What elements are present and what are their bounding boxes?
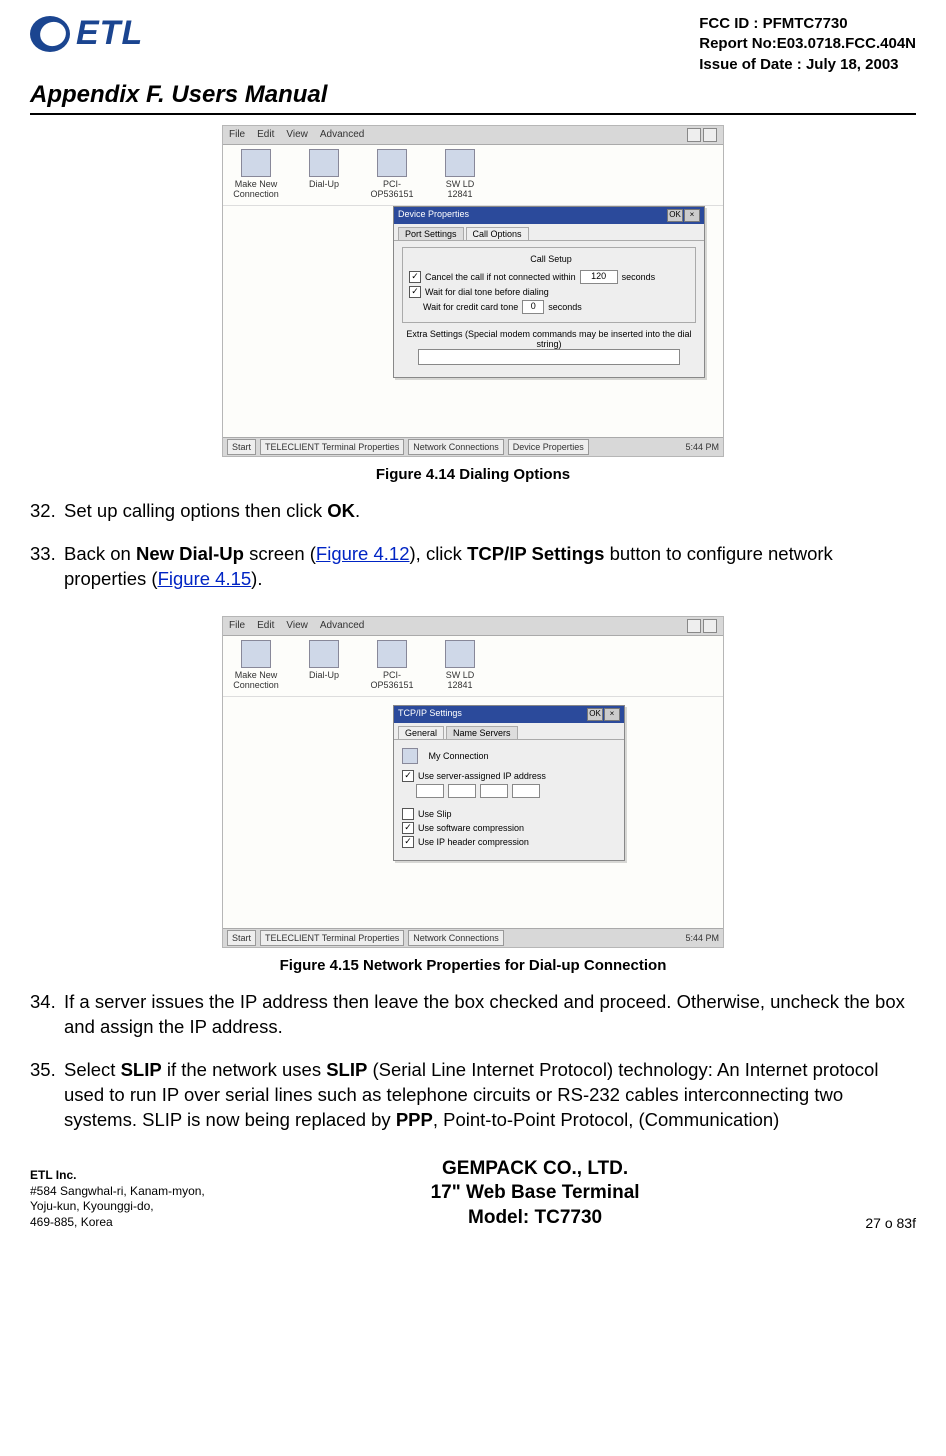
text: ). <box>251 568 262 589</box>
clock: 5:44 PM <box>685 442 719 452</box>
addr-line: #584 Sangwhal-ri, Kanam-myon, <box>30 1184 205 1198</box>
menu-item: View <box>286 129 308 140</box>
figure-link[interactable]: Figure 4.12 <box>316 543 410 564</box>
footer-line: 17" Web Base Terminal <box>431 1181 640 1206</box>
icon-label: Dial-Up <box>299 179 349 189</box>
bold: TCP/IP Settings <box>467 543 604 564</box>
taskbar-item: Start <box>227 439 256 455</box>
extra-field <box>418 349 680 365</box>
menu-item: Advanced <box>320 129 364 140</box>
bold: New Dial-Up <box>136 543 244 564</box>
menu-item: Edit <box>257 620 274 631</box>
text: If a server issues the IP address then l… <box>64 990 916 1040</box>
option-text: Use server-assigned IP address <box>418 771 546 781</box>
taskbar-item: TELECLIENT Terminal Properties <box>260 439 404 455</box>
taskbar-item: Network Connections <box>408 930 504 946</box>
icon-label: SW LD 12841 <box>435 670 485 690</box>
clock: 5:44 PM <box>685 933 719 943</box>
logo-icon <box>30 16 70 52</box>
logo: ETL <box>30 14 143 53</box>
option-text: Wait for credit card tone <box>423 302 518 312</box>
figure-link[interactable]: Figure 4.15 <box>158 568 252 589</box>
menu-item: Advanced <box>320 620 364 631</box>
logo-text: ETL <box>76 14 143 53</box>
bold: PPP <box>396 1109 433 1130</box>
step-35: 35. Select SLIP if the network uses SLIP… <box>30 1058 916 1133</box>
footer-line: GEMPACK CO., LTD. <box>431 1157 640 1182</box>
tab: General <box>398 726 444 739</box>
icon-label: Dial-Up <box>299 670 349 680</box>
close-icon: × <box>604 708 620 721</box>
menu-item: File <box>229 620 245 631</box>
option-text: Wait for dial tone before dialing <box>425 287 549 297</box>
close-icon: × <box>684 209 700 222</box>
option-text: seconds <box>548 302 582 312</box>
text: Back on <box>64 543 136 564</box>
menu-item: File <box>229 129 245 140</box>
text: screen ( <box>244 543 316 564</box>
tab: Name Servers <box>446 726 518 739</box>
step-32: 32. Set up calling options then click OK… <box>30 499 916 524</box>
step-num: 32. <box>30 499 64 524</box>
taskbar-item: TELECLIENT Terminal Properties <box>260 930 404 946</box>
field: 0 <box>522 300 544 314</box>
figure-4-14-caption: Figure 4.14 Dialing Options <box>30 466 916 483</box>
field: 120 <box>580 270 618 284</box>
text: if the network uses <box>162 1059 327 1080</box>
text: . <box>355 500 360 521</box>
tab: Port Settings <box>398 227 464 240</box>
step-num: 35. <box>30 1058 64 1133</box>
text: , Point-to-Point Protocol, (Communicatio… <box>433 1109 780 1130</box>
ok-button: OK <box>667 209 683 222</box>
addr-line: Yoju-kun, Kyounggi-do, <box>30 1199 154 1213</box>
taskbar-item: Network Connections <box>408 439 504 455</box>
page-number: 27 o 83f <box>865 1215 916 1231</box>
appendix-title: Appendix F. Users Manual <box>30 81 916 109</box>
menu-item: Edit <box>257 129 274 140</box>
bold: SLIP <box>326 1059 367 1080</box>
footer-line: Model: TC7730 <box>431 1206 640 1231</box>
step-34: 34. If a server issues the IP address th… <box>30 990 916 1040</box>
step-num: 33. <box>30 542 64 592</box>
taskbar-item: Start <box>227 930 256 946</box>
icon-label: PCI-OP536151 <box>367 670 417 690</box>
fcc-id: FCC ID : PFMTC7730 <box>699 14 916 34</box>
icon-label: PCI-OP536151 <box>367 179 417 199</box>
figure-4-15-caption: Figure 4.15 Network Properties for Dial-… <box>30 957 916 974</box>
footer-company: ETL Inc. <box>30 1168 76 1182</box>
footer-center: GEMPACK CO., LTD. 17" Web Base Terminal … <box>431 1157 640 1231</box>
conn-label: My Connection <box>429 751 489 761</box>
text: Set up calling options then click <box>64 500 327 521</box>
icon-label: Make New Connection <box>231 179 281 199</box>
icon-label: Make New Connection <box>231 670 281 690</box>
report-no: Report No:E03.0718.FCC.404N <box>699 34 916 54</box>
text: ), click <box>410 543 468 564</box>
option-text: Cancel the call if not connected within <box>425 272 576 282</box>
figure-4-15-screenshot: File Edit View Advanced Make New Connect… <box>222 616 724 948</box>
addr-line: 469-885, Korea <box>30 1215 113 1229</box>
figure-4-14-screenshot: File Edit View Advanced Make New Connect… <box>222 125 724 457</box>
extra-label: Extra Settings (Special modem commands m… <box>402 329 696 349</box>
option-text: Use IP header compression <box>418 837 529 847</box>
menu-item: View <box>286 620 308 631</box>
header-rule <box>30 113 916 115</box>
tab: Call Options <box>466 227 529 240</box>
option-text: seconds <box>622 272 656 282</box>
bold: SLIP <box>121 1059 162 1080</box>
group-label: Call Setup <box>528 254 574 264</box>
icon-label: SW LD 12841 <box>435 179 485 199</box>
dialog-title: TCP/IP Settings <box>398 708 462 721</box>
bold: OK <box>327 500 355 521</box>
dialog-title: Device Properties <box>398 209 469 222</box>
footer-address: ETL Inc. #584 Sangwhal-ri, Kanam-myon, Y… <box>30 1168 205 1230</box>
step-num: 34. <box>30 990 64 1040</box>
step-33: 33. Back on New Dial-Up screen (Figure 4… <box>30 542 916 592</box>
text: Select <box>64 1059 121 1080</box>
taskbar-item: Device Properties <box>508 439 589 455</box>
issue-date: Issue of Date : July 18, 2003 <box>699 55 916 75</box>
header-meta: FCC ID : PFMTC7730 Report No:E03.0718.FC… <box>699 14 916 75</box>
ok-button: OK <box>587 708 603 721</box>
option-text: Use software compression <box>418 823 524 833</box>
option-text: Use Slip <box>418 809 452 819</box>
